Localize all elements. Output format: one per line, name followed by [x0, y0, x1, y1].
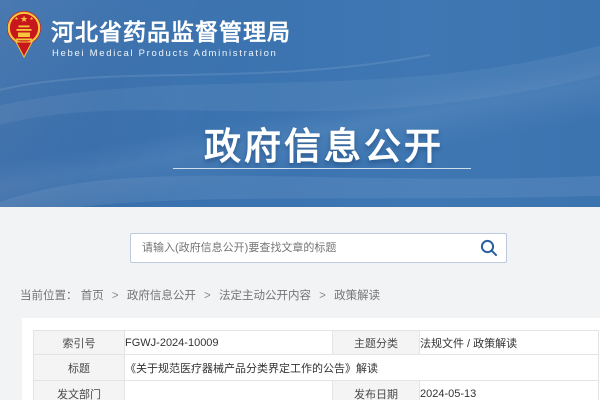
search-input[interactable] — [131, 234, 472, 262]
publish-date-value: 2024-05-13 — [420, 381, 599, 400]
document-card: 索引号 FGWJ-2024-10009 主题分类 法规文件 / 政策解读 标题 … — [22, 318, 600, 400]
page-title: 政府信息公开 — [24, 116, 600, 170]
site-logo[interactable]: ★ ★ ★ 河北省药品监督管理局 Hebei Medical Products … — [6, 7, 291, 59]
breadcrumb-label: 当前位置： — [20, 290, 78, 302]
search-button[interactable] — [472, 234, 506, 262]
breadcrumb-item-home[interactable]: 首页 — [81, 290, 104, 302]
table-row: 发文部门 发布日期 2024-05-13 — [34, 381, 599, 400]
breadcrumb-item-statutory-content[interactable]: 法定主动公开内容 — [219, 290, 311, 302]
breadcrumb-separator: > — [204, 290, 211, 302]
title-label: 标题 — [34, 355, 125, 381]
index-number-label: 索引号 — [34, 331, 125, 355]
hero-banner: ★ ★ ★ 河北省药品监督管理局 Hebei Medical Products … — [0, 0, 600, 207]
china-national-emblem-icon: ★ ★ ★ — [6, 7, 42, 59]
title-value: 《关于规范医疗器械产品分类界定工作的公告》解读 — [125, 355, 599, 381]
issuing-department-value — [125, 381, 333, 400]
document-meta-table: 索引号 FGWJ-2024-10009 主题分类 法规文件 / 政策解读 标题 … — [33, 330, 599, 400]
topic-category-label: 主题分类 — [333, 331, 420, 355]
issuing-department-label: 发文部门 — [34, 381, 125, 400]
search-icon — [480, 239, 498, 257]
svg-text:★: ★ — [20, 14, 28, 24]
site-name-english: Hebei Medical Products Administration — [52, 48, 291, 59]
content-area: 当前位置： 首页 > 政府信息公开 > 法定主动公开内容 > 政策解读 索引号 … — [0, 207, 600, 400]
title-underline — [173, 168, 471, 169]
brand-text: 河北省药品监督管理局 Hebei Medical Products Admini… — [51, 7, 291, 59]
index-number-value: FGWJ-2024-10009 — [125, 331, 333, 355]
site-name: 河北省药品监督管理局 — [51, 19, 291, 45]
table-row: 索引号 FGWJ-2024-10009 主题分类 法规文件 / 政策解读 — [34, 331, 599, 355]
breadcrumb-separator: > — [112, 290, 119, 302]
topic-category-value: 法规文件 / 政策解读 — [420, 331, 599, 355]
publish-date-label: 发布日期 — [333, 381, 420, 400]
breadcrumb-separator: > — [319, 290, 326, 302]
breadcrumb-item-policy-interpretation[interactable]: 政策解读 — [334, 290, 380, 302]
search-box — [130, 233, 507, 263]
page: ★ ★ ★ 河北省药品监督管理局 Hebei Medical Products … — [0, 0, 600, 400]
table-row: 标题 《关于规范医疗器械产品分类界定工作的公告》解读 — [34, 355, 599, 381]
breadcrumb: 当前位置： 首页 > 政府信息公开 > 法定主动公开内容 > 政策解读 — [20, 287, 380, 303]
breadcrumb-item-info-disclosure[interactable]: 政府信息公开 — [127, 290, 196, 302]
